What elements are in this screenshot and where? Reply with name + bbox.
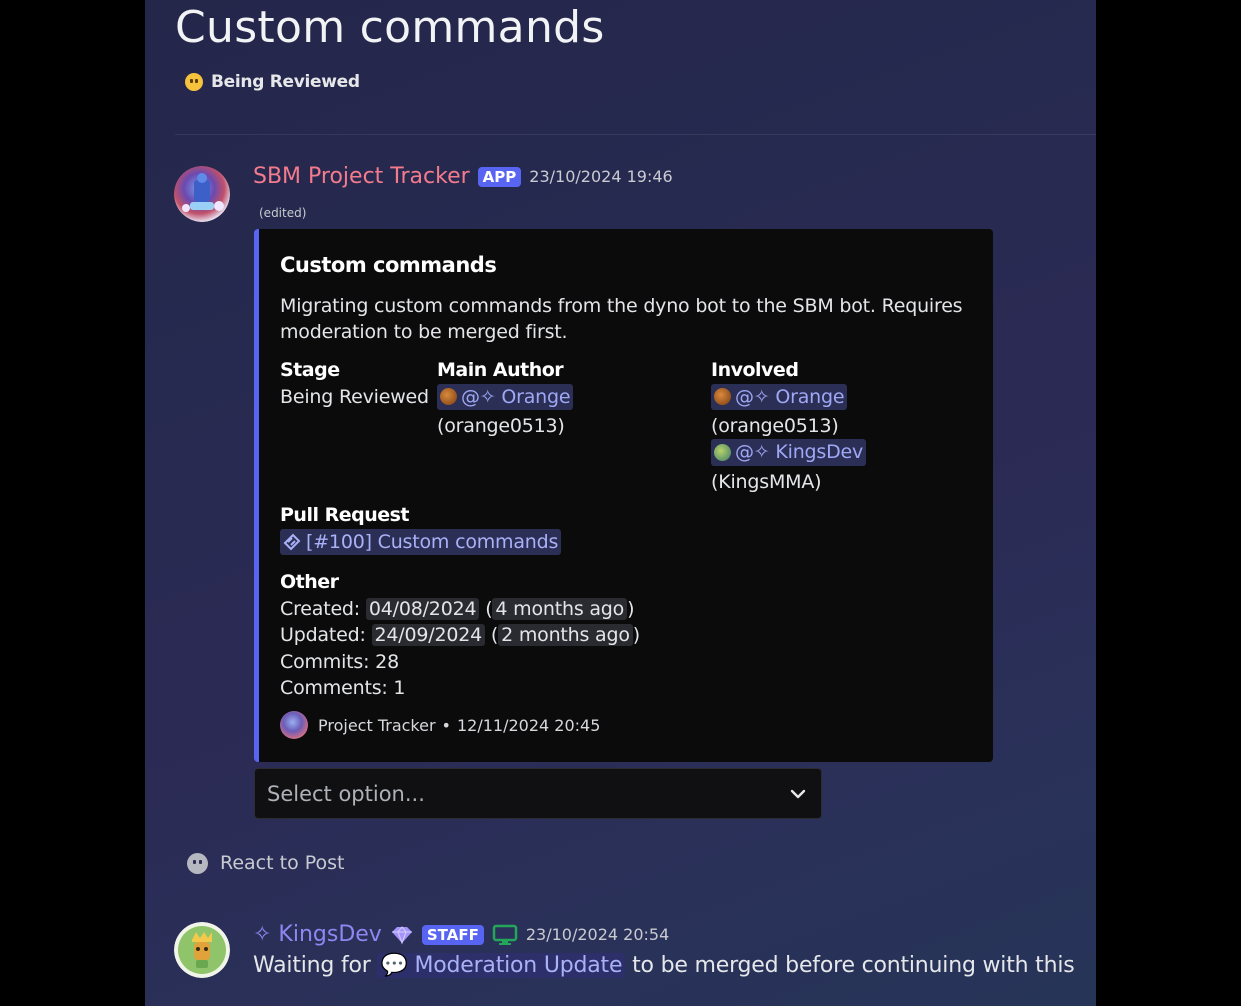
- react-label: React to Post: [220, 852, 345, 874]
- user-mention-orange[interactable]: @✧ Orange: [437, 383, 574, 410]
- nitro-gem-icon: [391, 925, 412, 944]
- desktop-icon: [492, 924, 518, 945]
- github-pr-icon: [283, 533, 301, 551]
- message-text: Waiting for: [253, 953, 371, 978]
- message-text: to be merged before continuing with this: [632, 953, 1075, 978]
- post-tag[interactable]: Being Reviewed: [185, 72, 360, 92]
- message-content: Waiting for 💬 Moderation Update to be me…: [253, 953, 1075, 978]
- message-timestamp[interactable]: 23/10/2024 19:46: [529, 167, 672, 186]
- project-tracker-icon: [280, 711, 308, 739]
- field-stage-value: Being Reviewed: [280, 385, 429, 408]
- pull-request-link[interactable]: [#100] Custom commands: [280, 528, 562, 555]
- created-date[interactable]: 04/08/2024: [365, 597, 480, 620]
- kingsdev-avatar-icon: [714, 444, 731, 461]
- field-other-name: Other: [280, 571, 339, 593]
- orange-avatar-icon: [440, 388, 457, 406]
- comments-count: Comments: 1: [280, 677, 406, 699]
- react-to-post-button[interactable]: React to Post: [187, 852, 344, 874]
- created-label: Created:: [280, 597, 360, 620]
- reviewing-emoji-icon: [185, 73, 203, 91]
- app-badge: APP: [477, 166, 522, 187]
- select-placeholder: Select option...: [267, 781, 425, 806]
- created-ago[interactable]: 4 months ago: [492, 597, 628, 620]
- orange-avatar-icon: [714, 388, 731, 406]
- mention-text: @✧ Orange: [461, 385, 571, 408]
- embed-title: Custom commands: [280, 253, 497, 277]
- field-involved-name: Involved: [711, 359, 799, 381]
- select-option-dropdown[interactable]: Select option...: [254, 768, 822, 819]
- field-main-author-name: Main Author: [437, 359, 564, 381]
- field-main-author: Main Author @✧ Orange (orange0513): [437, 357, 574, 439]
- field-stage: Stage Being Reviewed: [280, 357, 429, 410]
- updated-label: Updated:: [280, 624, 366, 646]
- message-timestamp[interactable]: 23/10/2024 20:54: [526, 925, 669, 944]
- field-involved: Involved @✧ Orange (orange0513) @✧ Kings…: [711, 357, 867, 495]
- sbm-avatar-icon[interactable]: [174, 166, 230, 222]
- commits-count: Commits: 28: [280, 650, 399, 673]
- smiley-icon: [187, 852, 208, 874]
- updated-line: Updated: 24/09/2024 (2 months ago): [280, 624, 640, 646]
- updated-date[interactable]: 24/09/2024: [371, 624, 486, 646]
- created-line: Created: 04/08/2024 (4 months ago): [280, 597, 635, 620]
- post-title: Custom commands: [175, 2, 605, 53]
- author-name[interactable]: ✧ KingsDev: [253, 922, 382, 947]
- author-name[interactable]: SBM Project Tracker: [253, 164, 470, 189]
- footer-text: Project Tracker: [318, 715, 436, 735]
- channel-mention-text: Moderation Update: [414, 953, 623, 978]
- embed-footer: Project Tracker • 12/11/2024 20:45: [280, 711, 600, 739]
- pull-request-text: [#100] Custom commands: [306, 530, 559, 553]
- edited-label: (edited): [259, 206, 307, 220]
- field-pull-request: Pull Request [#100] Custom commands: [280, 502, 562, 558]
- header-divider: [175, 134, 1096, 135]
- field-pr-name: Pull Request: [280, 504, 410, 526]
- user-handle: (orange0513): [711, 414, 839, 437]
- updated-ago[interactable]: 2 months ago: [498, 624, 633, 646]
- user-mention-orange[interactable]: @✧ Orange: [711, 383, 848, 410]
- embed-description: Migrating custom commands from the dyno …: [280, 295, 963, 343]
- footer-time: 12/11/2024 20:45: [456, 715, 601, 735]
- post-tag-label: Being Reviewed: [211, 72, 360, 92]
- field-other: Other Created: 04/08/2024 (4 months ago)…: [280, 569, 640, 702]
- field-stage-name: Stage: [280, 359, 340, 381]
- footer-separator: •: [441, 715, 451, 735]
- mention-text: @✧ Orange: [735, 385, 845, 408]
- thread-bubble-icon: 💬: [380, 953, 408, 978]
- forum-post-panel: Custom commands Being Reviewed SBM Proje…: [145, 0, 1096, 1006]
- project-embed: Custom commands Migrating custom command…: [254, 229, 993, 762]
- user-handle: (KingsMMA): [711, 470, 822, 493]
- chevron-down-icon: [790, 789, 806, 798]
- kingsdev-avatar-icon[interactable]: [174, 922, 230, 978]
- user-handle: (orange0513): [437, 414, 565, 437]
- staff-badge: STAFF: [421, 924, 484, 945]
- message-header: SBM Project Tracker APP 23/10/2024 19:46: [253, 164, 673, 189]
- mention-text: @✧ KingsDev: [735, 441, 864, 464]
- channel-mention[interactable]: 💬 Moderation Update: [377, 953, 626, 978]
- message-header: ✧ KingsDev STAFF 23/10/2024 20:54: [253, 922, 669, 947]
- user-mention-kingsdev[interactable]: @✧ KingsDev: [711, 439, 867, 466]
